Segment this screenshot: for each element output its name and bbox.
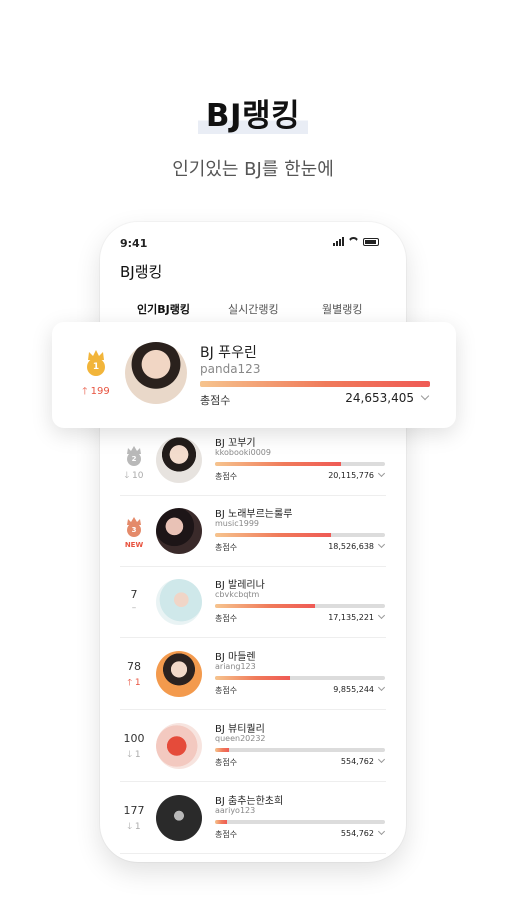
score-bar-fill — [215, 604, 316, 608]
bj-name[interactable]: BJ 발레리나 — [215, 576, 265, 591]
score-label: 총점수 — [215, 472, 238, 481]
app-title: BJ랭킹 — [120, 263, 163, 281]
featured-rank-number: 1 — [92, 362, 100, 372]
arrow-up-icon: 🡑 — [127, 678, 133, 688]
bj-id: cbvkcbqtm — [215, 590, 260, 599]
rank-change: 🡓 1 — [127, 750, 141, 760]
bj-name[interactable]: BJ 뷰티퀄리 — [215, 720, 265, 735]
rank-number: 177 — [123, 804, 145, 817]
tab-popular[interactable]: 인기BJ랭킹 — [137, 301, 190, 317]
rank-column: 78 🡑 1 — [116, 660, 152, 691]
arrow-down-icon: 🡓 — [127, 750, 133, 760]
arrow-down-icon: 🡓 — [127, 822, 133, 832]
score-bar — [215, 748, 385, 752]
score-label: 총점수 — [215, 614, 238, 623]
row-divider — [120, 495, 386, 496]
tab-monthly[interactable]: 월별랭킹 — [322, 301, 362, 317]
featured-rank-change: 🡑 199 — [82, 386, 110, 397]
featured-id: panda123 — [200, 362, 261, 376]
score-bar — [215, 820, 385, 824]
bj-id: aariyo123 — [215, 806, 256, 815]
silver-crown-icon: 2 — [126, 446, 142, 466]
rank-number: 7 — [130, 588, 138, 601]
bj-id: music1999 — [215, 519, 260, 528]
rank-number: 100 — [123, 732, 145, 745]
score-value: 20,115,776 — [328, 471, 374, 480]
row-divider — [120, 853, 386, 854]
rank-column: 7– — [116, 588, 152, 613]
tab-realtime[interactable]: 실시간랭킹 — [228, 301, 279, 317]
bj-avatar[interactable] — [156, 508, 202, 554]
status-time: 9:41 — [120, 237, 148, 250]
featured-score-bar — [200, 381, 430, 387]
bj-avatar[interactable] — [156, 723, 202, 769]
bj-avatar[interactable] — [156, 651, 202, 697]
bj-avatar[interactable] — [156, 579, 202, 625]
bronze-crown-icon: 3 — [126, 517, 142, 537]
row-divider — [120, 566, 386, 567]
score-bar-fill — [215, 748, 229, 752]
score-value: 554,762 — [340, 829, 374, 838]
score-label: 총점수 — [215, 758, 238, 767]
rank-column: 100 🡓 1 — [116, 732, 152, 763]
rank-change: – — [131, 603, 137, 613]
score-bar — [215, 676, 385, 680]
rank-number: 3 — [131, 526, 137, 534]
rank-column: 177 🡓 1 — [116, 804, 152, 835]
score-bar — [215, 462, 385, 466]
rank-column: 2 🡓 10 — [116, 446, 152, 484]
bj-name[interactable]: BJ 춤추는한초희 — [215, 792, 283, 807]
hero-subtitle: 인기있는 BJ를 한눈에 — [172, 159, 334, 180]
score-bar — [215, 533, 385, 537]
featured-name[interactable]: BJ 푸우린 — [200, 342, 257, 362]
score-label: 총점수 — [215, 830, 238, 839]
gold-crown-icon: 1 — [86, 350, 106, 376]
battery-icon — [363, 237, 379, 246]
rank-change: 🡓 10 — [124, 471, 144, 481]
score-value: 18,526,638 — [328, 542, 374, 551]
rank-change: 🡓 1 — [127, 822, 141, 832]
rank-number: 2 — [131, 455, 137, 463]
bj-id: ariang123 — [215, 662, 256, 671]
score-bar — [215, 604, 385, 608]
bj-name[interactable]: BJ 마들렌 — [215, 648, 256, 663]
bj-avatar[interactable] — [156, 795, 202, 841]
bj-id: queen20232 — [215, 734, 266, 743]
wifi-icon — [348, 237, 359, 246]
featured-avatar[interactable] — [125, 342, 187, 404]
score-bar-fill — [215, 820, 227, 824]
rank-column: 3 NEW — [116, 517, 152, 549]
row-divider — [120, 637, 386, 638]
score-bar-fill — [215, 462, 341, 466]
row-divider — [120, 709, 386, 710]
score-label: 총점수 — [215, 543, 238, 552]
arrow-up-icon: 🡑 — [82, 386, 88, 397]
featured-score: 24,653,405 — [345, 391, 414, 405]
rank-change: 🡑 1 — [127, 678, 141, 688]
bj-name[interactable]: BJ 노래부르는룰루 — [215, 505, 292, 520]
signal-icon — [333, 237, 344, 246]
arrow-down-icon: 🡓 — [124, 471, 130, 481]
rank-change: NEW — [124, 541, 144, 549]
featured-score-label: 총점수 — [200, 394, 231, 407]
score-value: 17,135,221 — [328, 613, 374, 622]
row-divider — [120, 781, 386, 782]
score-bar-fill — [215, 533, 331, 537]
status-icons — [333, 237, 379, 246]
score-value: 554,762 — [340, 757, 374, 766]
bj-avatar[interactable] — [156, 437, 202, 483]
score-label: 총점수 — [215, 686, 238, 695]
featured-chevron-down-icon[interactable] — [420, 391, 430, 401]
bj-id: kkobooki0009 — [215, 448, 271, 457]
rank-number: 78 — [127, 660, 141, 673]
featured-rank-column: 1 🡑 199 — [74, 350, 118, 401]
bj-name[interactable]: BJ 꼬부기 — [215, 434, 256, 449]
featured-rank-card[interactable]: 1 🡑 199 BJ 푸우린 panda123 총점수 24,653,405 — [52, 322, 456, 428]
score-value: 9,855,244 — [333, 685, 374, 694]
hero-title: BJ랭킹 — [0, 90, 506, 135]
score-bar-fill — [215, 676, 290, 680]
